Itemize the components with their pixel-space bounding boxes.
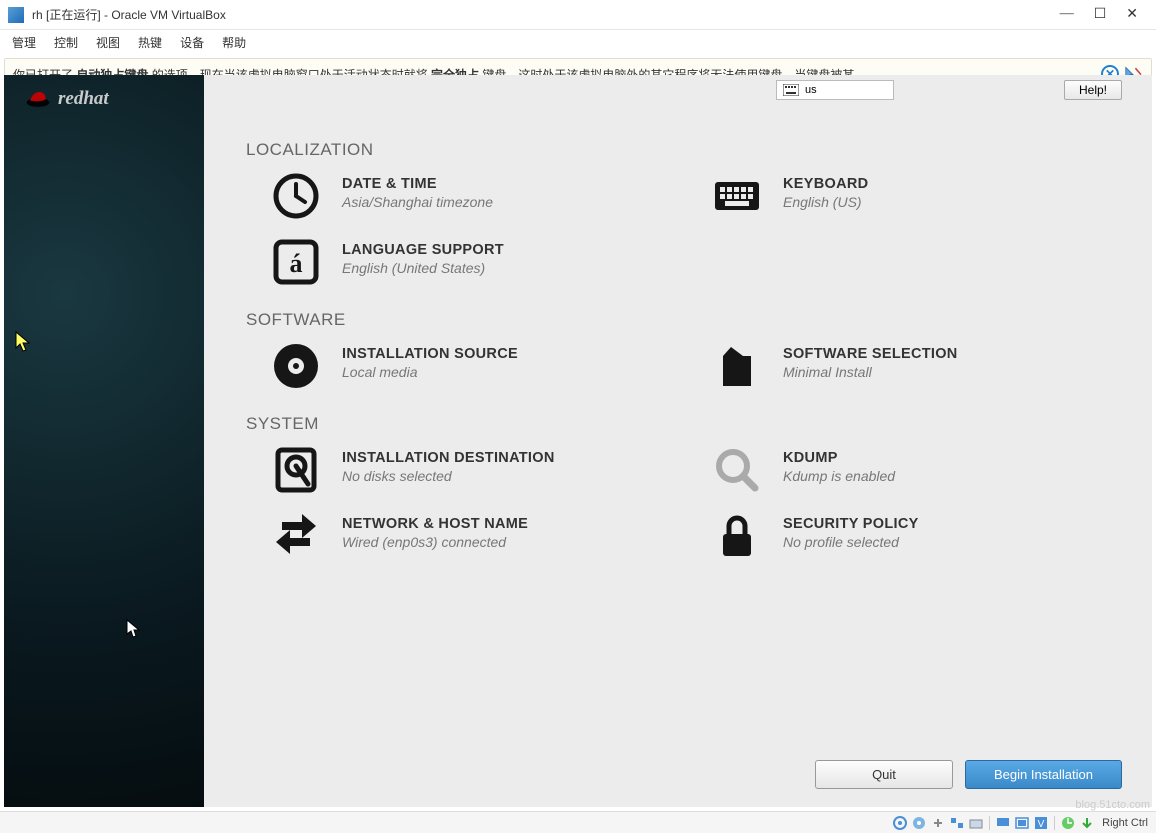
lock-icon <box>713 512 761 560</box>
display-indicator-icon[interactable] <box>995 815 1011 831</box>
section-system: SYSTEM <box>246 414 1122 434</box>
host-key-label: Right Ctrl <box>1102 817 1148 829</box>
spoke-date-time[interactable]: DATE & TIMEAsia/Shanghai timezone <box>270 170 681 222</box>
maximize-button[interactable]: ☐ <box>1094 6 1107 23</box>
keyboard-icon <box>713 172 761 220</box>
clock-icon <box>272 172 320 220</box>
spoke-security-policy[interactable]: SECURITY POLICYNo profile selected <box>711 510 1122 562</box>
menu-bar: 管理 控制 视图 热键 设备 帮助 <box>0 30 1156 54</box>
shared-folder-indicator-icon[interactable] <box>968 815 984 831</box>
installer-sidebar: redhat <box>4 75 204 807</box>
network-arrows-icon <box>272 512 320 560</box>
magnifier-icon <box>713 446 761 494</box>
disk-icon <box>272 446 320 494</box>
redhat-logo: redhat <box>24 85 109 113</box>
menu-manage[interactable]: 管理 <box>12 34 36 51</box>
spoke-installation-source[interactable]: INSTALLATION SOURCELocal media <box>270 340 681 392</box>
begin-installation-button[interactable]: Begin Installation <box>965 760 1122 789</box>
menu-view[interactable]: 视图 <box>96 34 120 51</box>
menu-devices[interactable]: 设备 <box>180 34 204 51</box>
menu-help[interactable]: 帮助 <box>222 34 246 51</box>
vm-statusbar: V Right Ctrl <box>0 811 1156 833</box>
close-button[interactable]: ✕ <box>1126 6 1138 23</box>
spoke-installation-destination[interactable]: INSTALLATION DESTINATIONNo disks selecte… <box>270 444 681 496</box>
spoke-kdump[interactable]: KDUMPKdump is enabled <box>711 444 1122 496</box>
redhat-hat-icon <box>24 85 52 113</box>
mouse-integration-icon[interactable] <box>1060 815 1076 831</box>
usb-indicator-icon[interactable] <box>930 815 946 831</box>
menu-control[interactable]: 控制 <box>54 34 78 51</box>
package-icon <box>713 342 761 390</box>
vrdp-indicator-icon[interactable]: V <box>1033 815 1049 831</box>
keyboard-layout-indicator[interactable]: us <box>776 80 894 100</box>
help-button[interactable]: Help! <box>1064 80 1122 100</box>
vm-display: redhat us Help! LOCALIZATION DATE & TIME… <box>4 75 1152 807</box>
quit-button[interactable]: Quit <box>815 760 953 789</box>
optical-indicator-icon[interactable] <box>911 815 927 831</box>
hard-disk-indicator-icon[interactable] <box>892 815 908 831</box>
recording-indicator-icon[interactable] <box>1014 815 1030 831</box>
svg-text:á: á <box>290 249 303 278</box>
window-title: rh [正在运行] - Oracle VM VirtualBox <box>32 6 1060 23</box>
spoke-network[interactable]: NETWORK & HOST NAMEWired (enp0s3) connec… <box>270 510 681 562</box>
network-indicator-icon[interactable] <box>949 815 965 831</box>
keyboard-icon <box>783 84 799 96</box>
section-localization: LOCALIZATION <box>246 140 1122 160</box>
window-titlebar: rh [正在运行] - Oracle VM VirtualBox — ☐ ✕ <box>0 0 1156 30</box>
disc-icon <box>272 342 320 390</box>
spoke-software-selection[interactable]: SOFTWARE SELECTIONMinimal Install <box>711 340 1122 392</box>
spoke-keyboard[interactable]: KEYBOARDEnglish (US) <box>711 170 1122 222</box>
language-icon: á <box>272 238 320 286</box>
svg-text:V: V <box>1038 819 1045 830</box>
virtualbox-icon <box>8 7 24 23</box>
watermark: blog.51cto.com <box>1075 799 1150 811</box>
keyboard-capture-indicator-icon[interactable] <box>1079 815 1095 831</box>
minimize-button[interactable]: — <box>1060 6 1074 23</box>
spoke-language[interactable]: á LANGUAGE SUPPORTEnglish (United States… <box>270 236 681 288</box>
menu-hotkeys[interactable]: 热键 <box>138 34 162 51</box>
section-software: SOFTWARE <box>246 310 1122 330</box>
installer-main: us Help! LOCALIZATION DATE & TIMEAsia/Sh… <box>204 75 1152 807</box>
